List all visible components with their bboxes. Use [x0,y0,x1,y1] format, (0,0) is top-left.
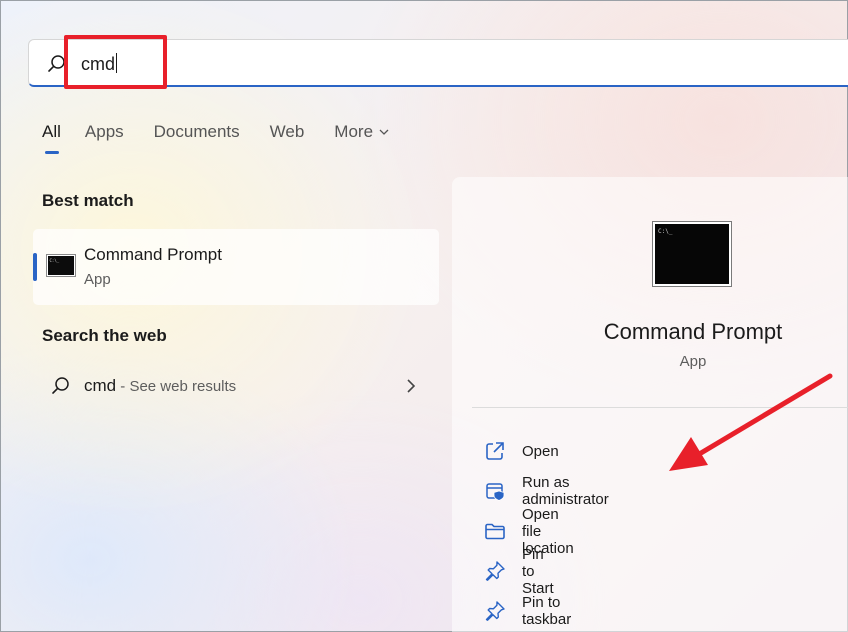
best-match-result[interactable]: C:\_ Command Prompt App [33,229,439,305]
result-type: App [84,271,111,288]
tab-documents[interactable]: Documents [154,121,240,143]
detail-app-type: App [679,353,707,370]
selection-indicator [33,253,37,281]
shield-admin-icon [486,483,505,501]
folder-icon [485,523,505,540]
text-caret [116,53,118,73]
svg-text:C:\_: C:\_ [658,228,673,235]
cmd-app-icon: C:\_ [652,221,732,287]
tab-more[interactable]: More [334,121,389,143]
filter-tabs: All Apps Documents Web More [42,121,419,154]
open-file-location-action[interactable]: Open file location [484,506,574,557]
search-icon [48,55,65,72]
search-input[interactable]: cmd [81,53,118,75]
pin-to-start-action[interactable]: Pin to Start [484,546,554,597]
action-list: Open Run as administrator Open file loca… [484,431,609,631]
tab-more-label: More [334,122,374,141]
pin-icon [485,561,505,581]
best-match-heading: Best match [42,191,134,210]
web-query-suffix: - See web results [116,378,237,395]
cmd-app-icon: C:\_ [46,254,76,277]
search-icon [52,377,69,394]
tab-all[interactable]: All [42,121,61,154]
chevron-down-icon [379,129,389,135]
open-label: Open [522,442,559,460]
svg-text:C:\_: C:\_ [50,258,60,263]
run-as-administrator-label: Run as administrator [522,474,609,508]
pin-to-taskbar-label: Pin to taskbar [522,594,572,628]
web-query: cmd [84,376,117,395]
pin-to-taskbar-action[interactable]: Pin to taskbar [484,591,571,631]
open-external-icon [486,442,504,460]
search-box[interactable]: cmd [28,39,848,87]
detail-panel: C:\_ Command Prompt App Open Run as admi… [452,177,848,632]
detail-app-name: Command Prompt [603,319,783,344]
tab-web[interactable]: Web [270,121,305,143]
open-action[interactable]: Open [484,431,559,471]
pin-to-start-label: Pin to Start [522,545,554,597]
run-as-administrator-action[interactable]: Run as administrator [484,471,609,511]
pin-icon [485,601,505,621]
tab-apps[interactable]: Apps [85,121,124,143]
search-web-heading: Search the web [42,326,167,345]
result-name: Command Prompt [84,245,222,264]
web-search-result[interactable]: cmd - See web results [33,365,439,407]
chevron-right-icon [407,379,416,393]
divider [472,407,848,408]
search-query-text: cmd [81,54,116,74]
